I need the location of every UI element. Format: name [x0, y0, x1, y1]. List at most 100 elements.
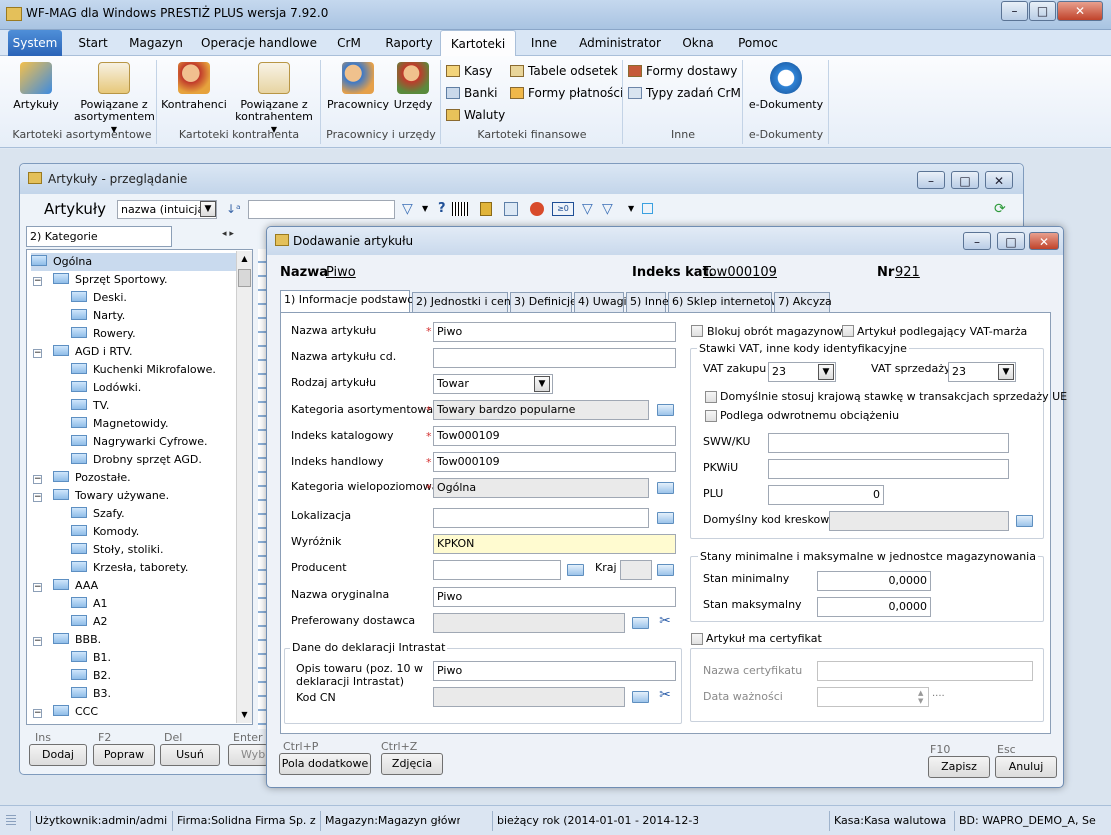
folder-icon[interactable]	[657, 404, 674, 416]
plu-input[interactable]: 0	[768, 485, 884, 505]
blokuj-checkbox[interactable]	[691, 325, 703, 337]
tab-scroll-arrows-icon[interactable]: ◂ ▸	[222, 229, 234, 239]
kod-kreskowy-input[interactable]	[829, 511, 1009, 531]
zapisz-button[interactable]: Zapisz	[928, 756, 990, 778]
sww-input[interactable]	[768, 433, 1009, 453]
chevron-down-icon[interactable]: ▼	[534, 376, 550, 392]
wyroznik-input[interactable]: KPKON	[433, 534, 676, 554]
tree-item[interactable]: − BBB.	[33, 631, 101, 649]
kategoria-wielopoziomowa-input[interactable]: Ogólna	[433, 478, 649, 498]
folder-icon[interactable]	[1016, 515, 1033, 527]
menu-kartoteki[interactable]: Kartoteki	[440, 30, 516, 56]
tab-jednostki-i-ceny[interactable]: 2) Jednostki i ceny	[412, 292, 517, 312]
tab-uwagi[interactable]: 4) Uwagi	[574, 292, 627, 312]
tree-item[interactable]: Nagrywarki Cyfrowe.	[71, 433, 208, 451]
refresh-red-icon[interactable]	[530, 202, 544, 216]
tree-item[interactable]: B3.	[71, 685, 111, 703]
sort-az-icon[interactable]: ↓ᵃ	[226, 202, 241, 216]
ribbon-edokumenty-button[interactable]: e-Dokumenty	[746, 62, 826, 111]
tree-item[interactable]: A1	[71, 595, 108, 613]
scissors-icon[interactable]: ✂	[656, 687, 674, 703]
tree-scrollbar[interactable]: ▲ ▼	[236, 251, 252, 723]
collapse-icon[interactable]: −	[33, 475, 42, 484]
nazwa-cd-input[interactable]	[433, 348, 676, 368]
odwrotne-checkbox[interactable]	[705, 410, 717, 422]
indeks-katalogowy-input[interactable]: Tow000109	[433, 426, 676, 446]
folder-icon[interactable]	[657, 482, 674, 494]
wybierz-button[interactable]: Wybie	[228, 744, 268, 766]
minimize-icon[interactable]: –	[917, 171, 945, 189]
ribbon-powiazane-asort-button[interactable]: Powiązane z asortymentem ▼	[74, 62, 155, 136]
nazwa-oryginalna-input[interactable]: Piwo	[433, 587, 676, 607]
preview-icon[interactable]	[504, 202, 518, 216]
refresh-icon[interactable]: ⟳	[994, 201, 1006, 217]
collapse-icon[interactable]: −	[33, 349, 42, 358]
tree-item[interactable]: TV.	[71, 397, 109, 415]
opis-towaru-input[interactable]: Piwo	[433, 661, 676, 681]
menu-administrator[interactable]: Administrator	[574, 30, 666, 56]
filter-icon[interactable]: ▽	[402, 201, 413, 217]
tree-item[interactable]: − AGD i RTV.	[33, 343, 133, 361]
calendar-icon[interactable]: ....	[932, 688, 945, 699]
lokalizacja-input[interactable]	[433, 508, 649, 528]
dodaj-button[interactable]: Dodaj	[29, 744, 87, 766]
filter-clear-icon[interactable]: ▽	[582, 201, 593, 217]
chevron-down-icon[interactable]: ▼	[628, 204, 634, 213]
scissors-icon[interactable]: ✂	[656, 613, 674, 629]
menu-operacje-handlowe[interactable]: Operacje handlowe	[196, 30, 322, 56]
help-icon[interactable]: ?	[438, 201, 446, 216]
chevron-down-icon[interactable]: ▼	[998, 364, 1014, 380]
pola-dodatkowe-button[interactable]: Pola dodatkowe	[279, 753, 371, 775]
tree-item[interactable]: Drobny sprzęt AGD.	[71, 451, 202, 469]
folder-icon[interactable]	[632, 691, 649, 703]
collapse-icon[interactable]: −	[33, 493, 42, 502]
tree-item[interactable]: − Sprzęt Sportowy.	[33, 271, 168, 289]
data-waznosci-input[interactable]	[817, 687, 929, 707]
menu-start[interactable]: Start	[70, 30, 116, 56]
barcode-icon[interactable]	[452, 202, 468, 216]
maximize-icon[interactable]: □	[951, 171, 979, 189]
ribbon-tabele-odsetek-button[interactable]: Tabele odsetek	[510, 62, 618, 80]
nazwa-artykulu-input[interactable]: Piwo	[433, 322, 676, 342]
kraj-input[interactable]	[620, 560, 652, 580]
search-input[interactable]	[248, 200, 395, 219]
tree-item[interactable]: Ogólna	[31, 253, 237, 271]
vat-marza-checkbox[interactable]	[842, 325, 854, 337]
folder-icon[interactable]	[657, 564, 674, 576]
tab-akcyza[interactable]: 7) Akcyza	[774, 292, 832, 312]
kategoria-asort-input[interactable]: Towary bardzo popularne	[433, 400, 649, 420]
stan-minimalny-input[interactable]: 0,0000	[817, 571, 931, 591]
menu-system[interactable]: System	[8, 30, 62, 56]
ribbon-kontrahenci-button[interactable]: Kontrahenci	[160, 62, 228, 111]
menu-raporty[interactable]: Raporty	[378, 30, 440, 56]
ribbon-formy-dostawy-button[interactable]: Formy dostawy	[628, 62, 737, 80]
tab-kategorie[interactable]: 2) Kategorie wielopoziomowe	[26, 226, 172, 262]
tree-item[interactable]: B2.	[71, 667, 111, 685]
menu-inne[interactable]: Inne	[522, 30, 566, 56]
usun-button[interactable]: Usuń	[160, 744, 220, 766]
ribbon-artykuly-button[interactable]: Artykuły	[10, 62, 62, 111]
pkwiu-input[interactable]	[768, 459, 1009, 479]
chevron-down-icon[interactable]: ▼	[818, 364, 834, 380]
preferowany-dostawca-input[interactable]	[433, 613, 625, 633]
tree-item[interactable]: Kuchenki Mikrofalowe.	[71, 361, 216, 379]
menu-okna[interactable]: Okna	[674, 30, 722, 56]
spin-icon[interactable]: ▲ ▼	[918, 689, 923, 705]
tree-item[interactable]: Szafy.	[71, 505, 125, 523]
ribbon-waluty-button[interactable]: Waluty	[446, 106, 505, 124]
tree-item[interactable]: − Towary używane.	[33, 487, 169, 505]
chevron-down-icon[interactable]: ▼	[200, 201, 216, 217]
stan-maksymalny-input[interactable]: 0,0000	[817, 597, 931, 617]
tree-item[interactable]: − Pozostałe.	[33, 469, 131, 487]
tree-item[interactable]: Rowery.	[71, 325, 136, 343]
scroll-up-icon[interactable]: ▲	[237, 251, 252, 267]
tree-item[interactable]: Krzesła, taborety.	[71, 559, 188, 577]
scroll-thumb[interactable]	[238, 269, 251, 287]
tree-item[interactable]: Komody.	[71, 523, 139, 541]
minimize-icon[interactable]: –	[1001, 1, 1028, 21]
maximize-icon[interactable]: □	[1029, 1, 1056, 21]
tree-item[interactable]: − AAA	[33, 577, 98, 595]
menu-magazyn[interactable]: Magazyn	[124, 30, 188, 56]
tree-item[interactable]: Narty.	[71, 307, 125, 325]
checkbox-icon[interactable]	[642, 203, 653, 214]
